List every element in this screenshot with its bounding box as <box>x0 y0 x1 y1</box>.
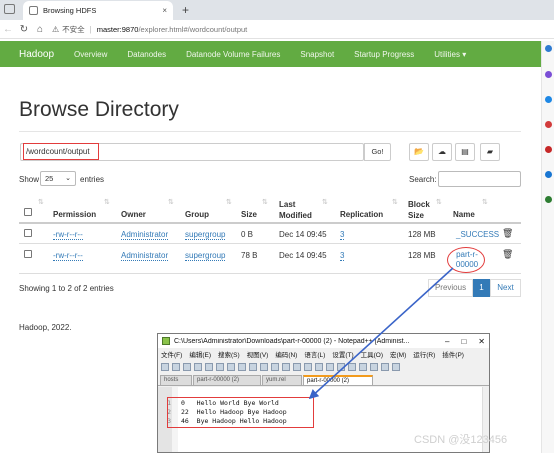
arrow-line <box>308 267 454 400</box>
watermark: CSDN @没123456 <box>414 434 508 446</box>
annotation-arrow <box>308 267 454 400</box>
